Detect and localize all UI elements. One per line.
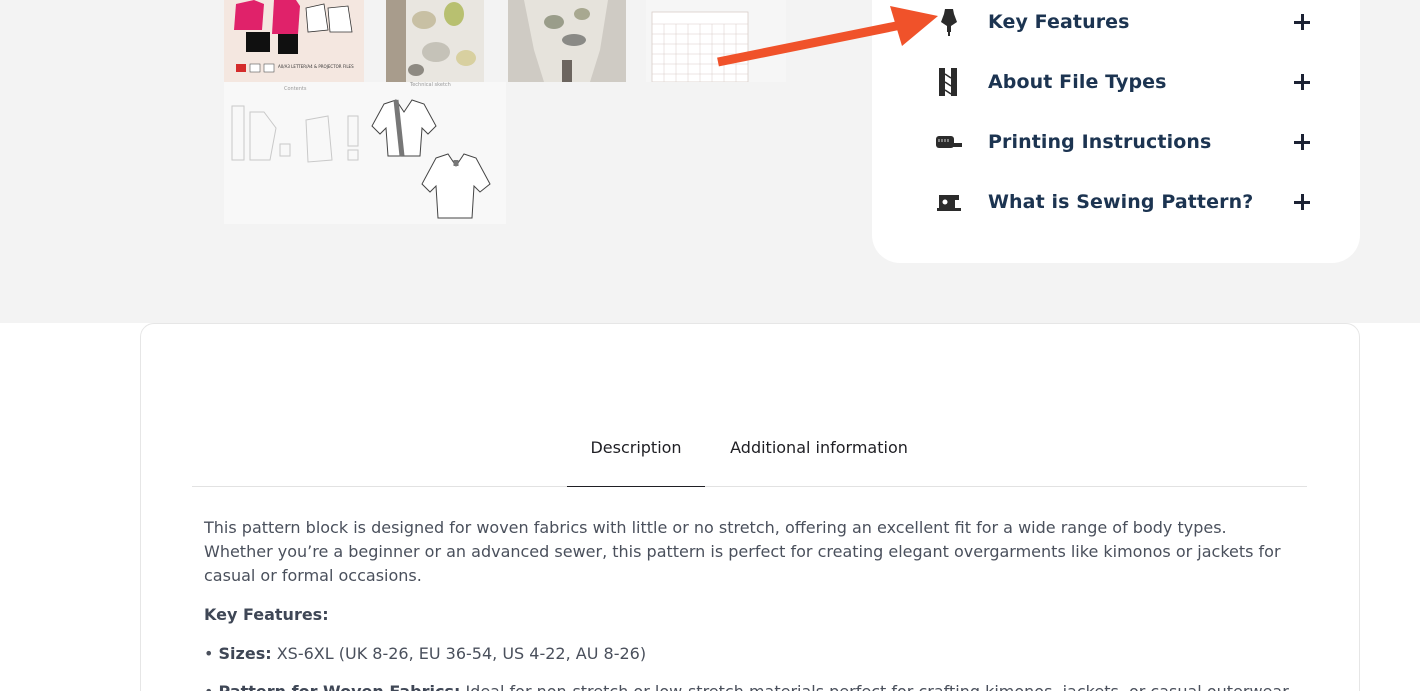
accordion-about-file-types[interactable]: About File Types [932, 62, 1312, 102]
description-content: This pattern block is designed for woven… [204, 516, 1294, 691]
tab-additional-information[interactable]: Additional information [714, 428, 924, 487]
list-item: • Pattern for Woven Fabrics: Ideal for n… [204, 680, 1294, 691]
product-tabs: Description Additional information [192, 428, 1307, 487]
thumb5-caption-left: Contents [284, 86, 307, 92]
accordion-label: Key Features [988, 11, 1130, 33]
accordion-printing-instructions[interactable]: Printing Instructions [932, 122, 1312, 162]
thumb1-caption: A0/A3 LETTER/A4 & PROJECTOR FILES [278, 64, 354, 69]
gallery-thumb-kimono-front[interactable] [364, 0, 504, 82]
bullet-label: Sizes: [218, 644, 272, 663]
plus-icon[interactable] [1292, 192, 1312, 212]
bullet-text: Ideal for non-stretch or low-stretch mat… [460, 682, 1288, 691]
accordion-what-is-sewing-pattern[interactable]: What is Sewing Pattern? [932, 182, 1312, 222]
dress-form-icon [932, 5, 966, 39]
tab-description[interactable]: Description [567, 428, 705, 487]
bullet-text: XS-6XL (UK 8-26, EU 36-54, US 4-22, AU 8… [271, 644, 647, 663]
gallery-thumb-jackets[interactable]: A0/A3 LETTER/A4 & PROJECTOR FILES [224, 0, 364, 82]
plus-icon[interactable] [1292, 12, 1312, 32]
gallery-thumb-size-chart[interactable] [646, 0, 786, 82]
product-info-accordion: Key Features About File Types Printing I… [872, 0, 1360, 263]
measuring-tape-icon [932, 125, 966, 159]
product-gallery: A0/A3 LETTER/A4 & PROJECTOR FILES Conten… [224, 0, 786, 224]
plus-icon[interactable] [1292, 132, 1312, 152]
description-intro: This pattern block is designed for woven… [204, 518, 1281, 585]
gallery-thumb-technical-sketch[interactable]: Contents Technical sketch [224, 82, 506, 224]
gallery-thumb-kimono-form[interactable] [504, 0, 646, 82]
list-item: • Sizes: XS-6XL (UK 8-26, EU 36-54, US 4… [204, 644, 647, 663]
accordion-label: What is Sewing Pattern? [988, 191, 1254, 213]
accordion-key-features[interactable]: Key Features [932, 2, 1312, 42]
plus-icon[interactable] [1292, 72, 1312, 92]
thumb5-caption-right: Technical sketch [409, 82, 451, 88]
bullet-label: Pattern for Woven Fabrics: [219, 682, 461, 691]
key-features-heading: Key Features: [204, 605, 329, 624]
file-types-icon [932, 65, 966, 99]
sewing-machine-icon [932, 185, 966, 219]
accordion-label: About File Types [988, 71, 1167, 93]
accordion-label: Printing Instructions [988, 131, 1212, 153]
